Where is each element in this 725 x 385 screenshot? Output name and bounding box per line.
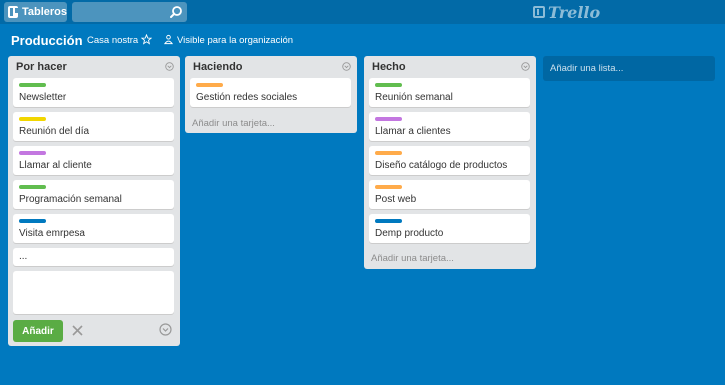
list-card[interactable]: Reunión del día	[13, 112, 174, 141]
search-icon[interactable]	[169, 5, 183, 19]
list-title[interactable]: Hecho	[372, 61, 406, 73]
add-card-button[interactable]: Añadir	[13, 320, 63, 342]
card-title: Newsletter	[19, 92, 67, 103]
list-card[interactable]: Llamar a clientes	[369, 112, 530, 141]
card-title: Post web	[375, 194, 417, 205]
chevron-down-icon[interactable]	[342, 62, 351, 71]
card-label-purple	[19, 151, 46, 155]
card-label-green	[19, 185, 46, 189]
list-title[interactable]: Haciendo	[193, 61, 243, 73]
trello-logo-icon	[533, 6, 545, 18]
boards-button-label: Tableros	[21, 6, 67, 18]
list-card[interactable]: Demp producto	[369, 214, 530, 243]
add-card-link[interactable]: Añadir una tarjeta...	[371, 253, 454, 264]
list-card[interactable]: ...	[13, 248, 174, 266]
star-icon[interactable]	[141, 34, 152, 45]
board-header: Producción Casa nostra Visible para la o…	[0, 24, 725, 56]
card-title: Llamar al cliente	[19, 160, 92, 171]
organization-icon[interactable]	[163, 34, 174, 45]
list-card[interactable]: Newsletter	[13, 78, 174, 107]
board-title[interactable]: Producción	[11, 33, 83, 48]
card-label-blue	[375, 219, 402, 223]
trello-logo[interactable]: Trello	[533, 2, 601, 22]
list-por-hacer: Por hacer Newsletter Reunión del día Lla…	[8, 56, 180, 346]
list-hecho: Hecho Reunión semanal Llamar a clientes …	[364, 56, 536, 269]
chevron-down-icon[interactable]	[159, 323, 172, 336]
card-title: Diseño catálogo de productos	[375, 160, 508, 171]
card-title: Gestión redes sociales	[196, 92, 298, 103]
add-card-link[interactable]: Añadir una tarjeta...	[192, 118, 275, 129]
card-title: Demp producto	[375, 228, 444, 239]
boards-icon	[8, 6, 18, 18]
card-title: Reunión del día	[19, 126, 90, 137]
chevron-down-icon[interactable]	[165, 62, 174, 71]
card-title: ...	[19, 251, 28, 262]
logo-text: Trello	[548, 2, 601, 22]
add-list-button[interactable]: Añadir una lista...	[543, 56, 715, 81]
card-title: Visita emrpesa	[19, 228, 85, 239]
list-card[interactable]: Llamar al cliente	[13, 146, 174, 175]
card-label-orange	[375, 185, 402, 189]
card-label-purple	[375, 117, 402, 121]
card-title: Reunión semanal	[375, 92, 453, 103]
card-title: Programación semanal	[19, 194, 122, 205]
add-list-label: Añadir una lista...	[550, 63, 624, 74]
list-card[interactable]: Programación semanal	[13, 180, 174, 209]
card-label-blue	[19, 219, 46, 223]
list-haciendo: Haciendo Gestión redes sociales Añadir u…	[185, 56, 357, 133]
card-label-green	[375, 83, 402, 87]
card-label-green	[19, 83, 46, 87]
chevron-down-icon[interactable]	[521, 62, 530, 71]
boards-button[interactable]: Tableros	[4, 2, 67, 22]
new-card-textarea[interactable]	[13, 271, 174, 314]
list-card[interactable]: Post web	[369, 180, 530, 209]
list-card[interactable]: Diseño catálogo de productos	[369, 146, 530, 175]
list-card[interactable]: Gestión redes sociales	[190, 78, 351, 107]
visibility-link[interactable]: Visible para la organización	[177, 35, 293, 46]
search-input[interactable]	[72, 2, 187, 22]
card-title: Llamar a clientes	[375, 126, 451, 137]
list-card[interactable]: Visita emrpesa	[13, 214, 174, 243]
close-icon[interactable]	[71, 324, 84, 337]
card-label-orange	[375, 151, 402, 155]
list-card[interactable]: Reunión semanal	[369, 78, 530, 107]
list-title[interactable]: Por hacer	[16, 61, 67, 73]
team-link[interactable]: Casa nostra	[87, 35, 138, 46]
top-bar: Tableros Trello	[0, 0, 725, 24]
card-label-yellow	[19, 117, 46, 121]
card-label-orange	[196, 83, 223, 87]
